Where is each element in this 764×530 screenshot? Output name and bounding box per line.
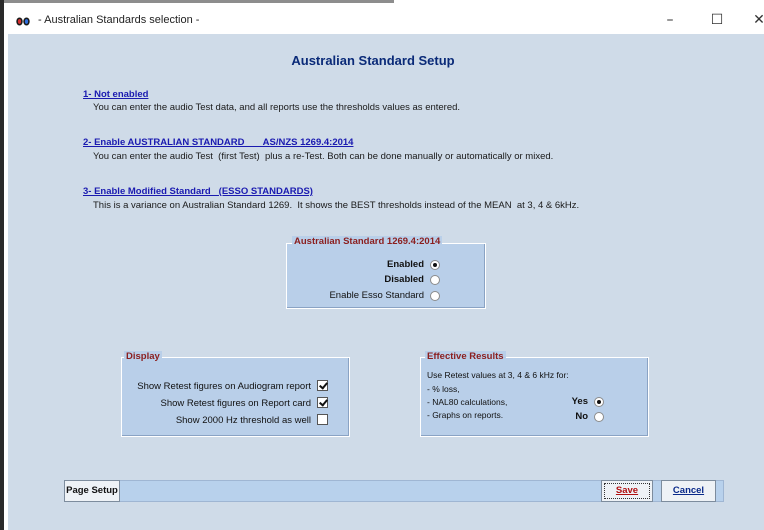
enabled-label: Enabled [387, 259, 424, 270]
option-2-heading: 2- Enable AUSTRALIAN STANDARD AS/NZS 126… [83, 137, 354, 148]
yes-radio[interactable] [594, 397, 604, 407]
option-1-heading: 1- Not enabled [83, 89, 149, 100]
save-button[interactable]: Save [601, 480, 653, 502]
disabled-radio[interactable] [430, 275, 440, 285]
option-3-heading: 3- Enable Modified Standard (ESSO STANDA… [83, 186, 313, 197]
application-window: - Australian Standards selection - – ☐ ✕… [0, 0, 764, 530]
page-title: Australian Standard Setup [291, 53, 455, 68]
retest-audiogram-checkbox[interactable] [317, 380, 328, 391]
show-2000hz-checkbox[interactable] [317, 414, 328, 425]
disabled-label: Disabled [384, 274, 424, 285]
page-setup-button[interactable]: Page Setup [64, 480, 120, 502]
dialog-body: Australian Standard Setup 1- Not enabled… [8, 34, 764, 530]
esso-standard-label: Enable Esso Standard [329, 290, 424, 301]
no-radio[interactable] [594, 412, 604, 422]
effective-results-line-2: - % loss, [427, 384, 460, 394]
effective-results-title: Effective Results [425, 351, 506, 362]
title-bar[interactable]: - Australian Standards selection - – ☐ ✕ [8, 6, 764, 34]
effective-results-line-1: Use Retest values at 3, 4 & 6 kHz for: [427, 370, 569, 380]
option-1-description: You can enter the audio Test data, and a… [93, 102, 461, 113]
enabled-radio[interactable] [430, 260, 440, 270]
retest-report-card-label: Show Retest figures on Report card [160, 398, 312, 409]
retest-report-card-checkbox[interactable] [317, 397, 328, 408]
window-title: - Australian Standards selection - [38, 14, 200, 26]
yes-label: Yes [571, 396, 588, 407]
effective-results-line-4: - Graphs on reports. [427, 410, 504, 420]
no-label: No [575, 411, 588, 422]
show-2000hz-label: Show 2000 Hz threshold as well [175, 415, 311, 426]
minimize-button[interactable]: – [653, 8, 687, 32]
option-2-description: You can enter the audio Test (first Test… [93, 151, 554, 162]
standard-group-title: Australian Standard 1269.4:2014 [292, 236, 443, 247]
cancel-button[interactable]: Cancel [661, 480, 716, 502]
maximize-button[interactable]: ☐ [700, 8, 734, 32]
close-button[interactable]: ✕ [742, 8, 764, 32]
headphones-app-icon [16, 17, 30, 26]
effective-results-line-3: - NAL80 calculations, [427, 397, 508, 407]
retest-audiogram-label: Show Retest figures on Audiogram report [137, 381, 311, 392]
display-group-title: Display [124, 351, 162, 362]
option-3-description: This is a variance on Australian Standar… [93, 200, 580, 211]
esso-standard-radio[interactable] [430, 291, 440, 301]
